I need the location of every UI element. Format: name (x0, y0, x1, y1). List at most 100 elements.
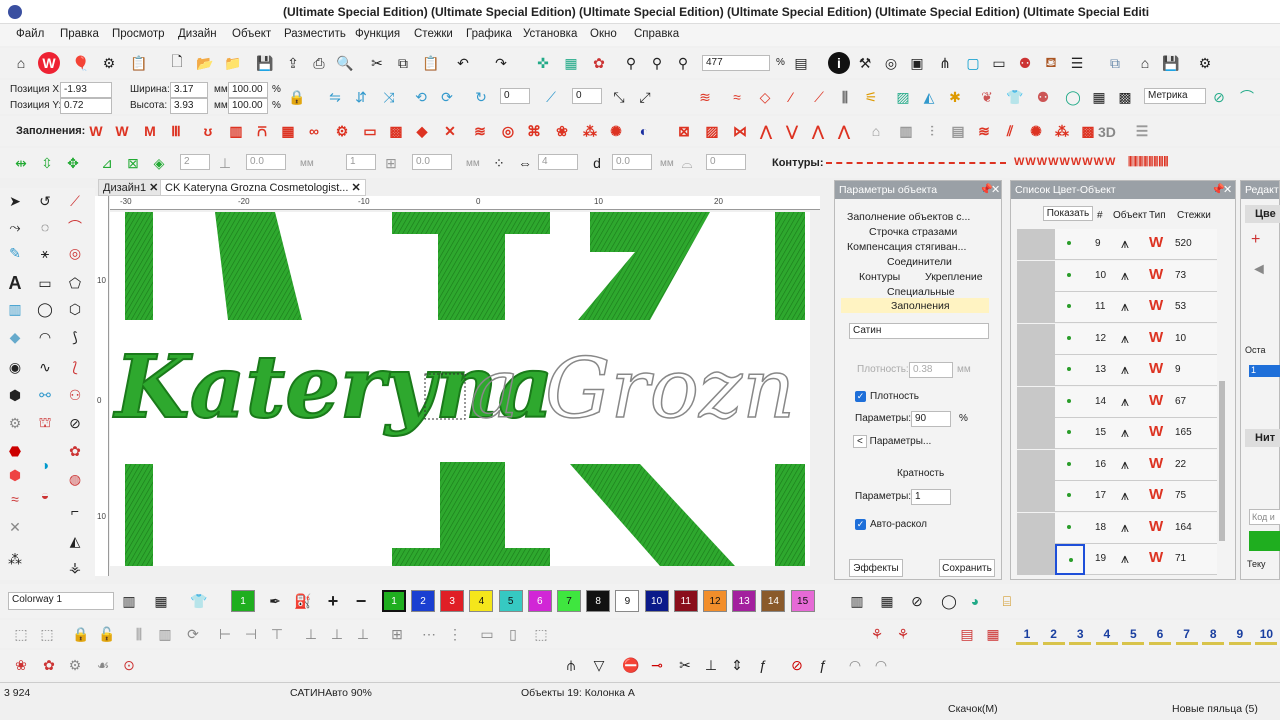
design-props-icon[interactable]: ⚒ (854, 52, 876, 74)
balloon-icon[interactable]: 🎈 (70, 52, 92, 74)
funnel-icon[interactable]: ▽ (588, 654, 610, 676)
color-swatch[interactable]: 5 (498, 590, 523, 612)
appliqué-icon[interactable]: ⛫ (34, 412, 56, 434)
pattern-e-icon[interactable]: ⟋ (808, 86, 830, 108)
hoop-icon[interactable]: ◎ (880, 52, 902, 74)
tool-e-icon[interactable]: ⚲ (646, 52, 668, 74)
lettering-icon[interactable]: A (4, 272, 26, 294)
pos-x-input[interactable]: -1.93 (60, 82, 112, 98)
align-center-icon[interactable]: ⊣ (240, 623, 262, 645)
height-percent-input[interactable]: 100.00 (228, 98, 268, 114)
jump-b-icon[interactable]: ⇕ (726, 654, 748, 676)
color-indicator[interactable] (1055, 355, 1085, 386)
applique-b-icon[interactable]: ⊘ (64, 412, 86, 434)
cut-icon[interactable]: ✂ (366, 52, 388, 74)
shirt-icon[interactable]: 👕 (1004, 86, 1026, 108)
hands-icon[interactable]: ☙ (92, 654, 114, 676)
preview-icon[interactable]: 🔍 (334, 52, 356, 74)
rotate-a-icon[interactable]: ⟲ (410, 86, 432, 108)
arrows-all-icon[interactable]: ✥ (62, 152, 84, 174)
sequence-number-button[interactable]: 10 (1255, 625, 1278, 645)
color-swatch[interactable]: 1 (231, 590, 255, 612)
hide-icon[interactable]: ⫼ (128, 623, 150, 645)
arrows-lr-icon[interactable]: ⇹ (10, 152, 32, 174)
info-icon[interactable]: i (828, 52, 850, 74)
pattern-g-icon[interactable]: ⚟ (860, 86, 882, 108)
colorway-select[interactable]: Colorway 1 (8, 592, 114, 610)
fill-ag-icon[interactable]: ✺ (1026, 121, 1046, 141)
mirror-h-icon[interactable]: ⇋ (324, 86, 346, 108)
select-point-icon[interactable]: ⤳ (4, 216, 26, 238)
export-icon[interactable]: ⇪ (282, 52, 304, 74)
sequence-number-button[interactable]: 8 (1202, 625, 1225, 645)
wave-icon[interactable]: ∿ (34, 356, 56, 378)
tree-item[interactable]: Строчка стразами (869, 226, 957, 238)
rotation-input[interactable]: 0 (500, 88, 530, 104)
stamp-icon[interactable]: ⛾ (1040, 52, 1062, 74)
no-function-icon[interactable]: ⊘ (786, 654, 808, 676)
color-swatch[interactable]: 9 (615, 590, 640, 612)
ungroup-icon[interactable]: ⬚ (36, 623, 58, 645)
distribute-icon[interactable]: ⊞ (386, 623, 408, 645)
shape-tool-icon[interactable]: ◆ (4, 326, 26, 348)
row4-input-1[interactable]: 2 (180, 154, 210, 170)
arc-icon[interactable]: ⌓ (676, 152, 698, 174)
grid-b-icon[interactable]: ▩ (1114, 86, 1136, 108)
digitize-icon[interactable]: ✎ (4, 242, 26, 264)
thread-list-icon[interactable]: ▦ (876, 590, 898, 612)
show-icon[interactable]: ▥ (154, 623, 176, 645)
color-object-row[interactable]: 15 ⩚ W 165 (1017, 418, 1217, 449)
function-icon[interactable]: ƒ (752, 654, 774, 676)
width-input[interactable]: 3.17 (170, 82, 208, 98)
remove-color-icon[interactable]: − (350, 590, 372, 612)
rotate-b-icon[interactable]: ⟳ (436, 86, 458, 108)
sequence-number-button[interactable]: 2 (1042, 625, 1065, 645)
color-swatch[interactable]: 15 (790, 590, 815, 612)
tree-item[interactable]: Укрепление (925, 271, 983, 283)
label-3d[interactable]: 3D (1098, 124, 1116, 140)
dots-icon[interactable]: ⁘ (488, 152, 510, 174)
misc-b-icon[interactable]: ⚶ (64, 556, 86, 578)
slant-icon[interactable]: ⟋ (540, 86, 562, 108)
color-indicator[interactable] (1055, 450, 1085, 481)
gear-tool-icon[interactable]: ⚙ (4, 412, 26, 434)
unlock-icon[interactable]: 🔓 (96, 623, 118, 645)
ellipse-icon[interactable]: ◯ (34, 298, 56, 320)
outline-lettering[interactable]: a Grozn (469, 341, 796, 438)
sequence-number-button[interactable]: 5 (1122, 625, 1145, 645)
color-section-header[interactable]: Цве (1245, 205, 1280, 223)
sequence-number-button[interactable]: 3 (1069, 625, 1092, 645)
hexagon-red-icon[interactable]: ⬢ (4, 464, 26, 486)
curve-tool-icon[interactable]: ⌒ (64, 216, 86, 238)
tie-icon[interactable]: ⚇ (64, 384, 86, 406)
color-indicator[interactable] (1055, 544, 1085, 575)
contour-dashed-line[interactable] (826, 162, 1006, 164)
fill-s-icon[interactable]: ◐ (634, 121, 654, 141)
color-indicator[interactable] (1055, 387, 1085, 418)
sequence-icon[interactable]: ▤ (956, 623, 978, 645)
circle-tool-icon[interactable]: ◉ (4, 356, 26, 378)
link-icon[interactable]: ⚯ (34, 384, 56, 406)
wilcom-icon[interactable]: W (38, 52, 60, 74)
settings-icon[interactable]: ⚙ (98, 52, 120, 74)
color-indicator[interactable] (1055, 418, 1085, 449)
frame-icon[interactable]: ▢ (962, 52, 984, 74)
row4-input-4[interactable]: 0.0 (412, 154, 452, 170)
open-recent-icon[interactable]: 📁 (222, 52, 244, 74)
color-indicator[interactable] (1055, 513, 1085, 544)
fill-ah-icon[interactable]: ⁂ (1052, 121, 1072, 141)
row4-input-2[interactable]: 0.0 (246, 154, 286, 170)
cross-icon[interactable]: ✕ (4, 516, 26, 538)
group-icon[interactable]: ⬚ (10, 623, 32, 645)
color-object-row[interactable]: 14 ⩚ W 67 (1017, 386, 1217, 418)
flower-icon[interactable]: ✿ (38, 654, 60, 676)
params-more-button[interactable]: < Параметры... (853, 435, 931, 448)
corner-b-icon[interactable]: ⊠ (122, 152, 144, 174)
fill-c-icon[interactable]: ʊ (198, 121, 218, 141)
fill-h-icon[interactable]: ⚙ (332, 121, 352, 141)
corner-c-icon[interactable]: ◈ (148, 152, 170, 174)
sequence-number-button[interactable]: 7 (1175, 625, 1198, 645)
tab-kateryna[interactable]: CK Kateryna Grozna Cosmetologist... ✕ (160, 179, 366, 196)
monogram-icon[interactable]: ▥ (4, 298, 26, 320)
sequence-b-icon[interactable]: ▦ (982, 623, 1004, 645)
